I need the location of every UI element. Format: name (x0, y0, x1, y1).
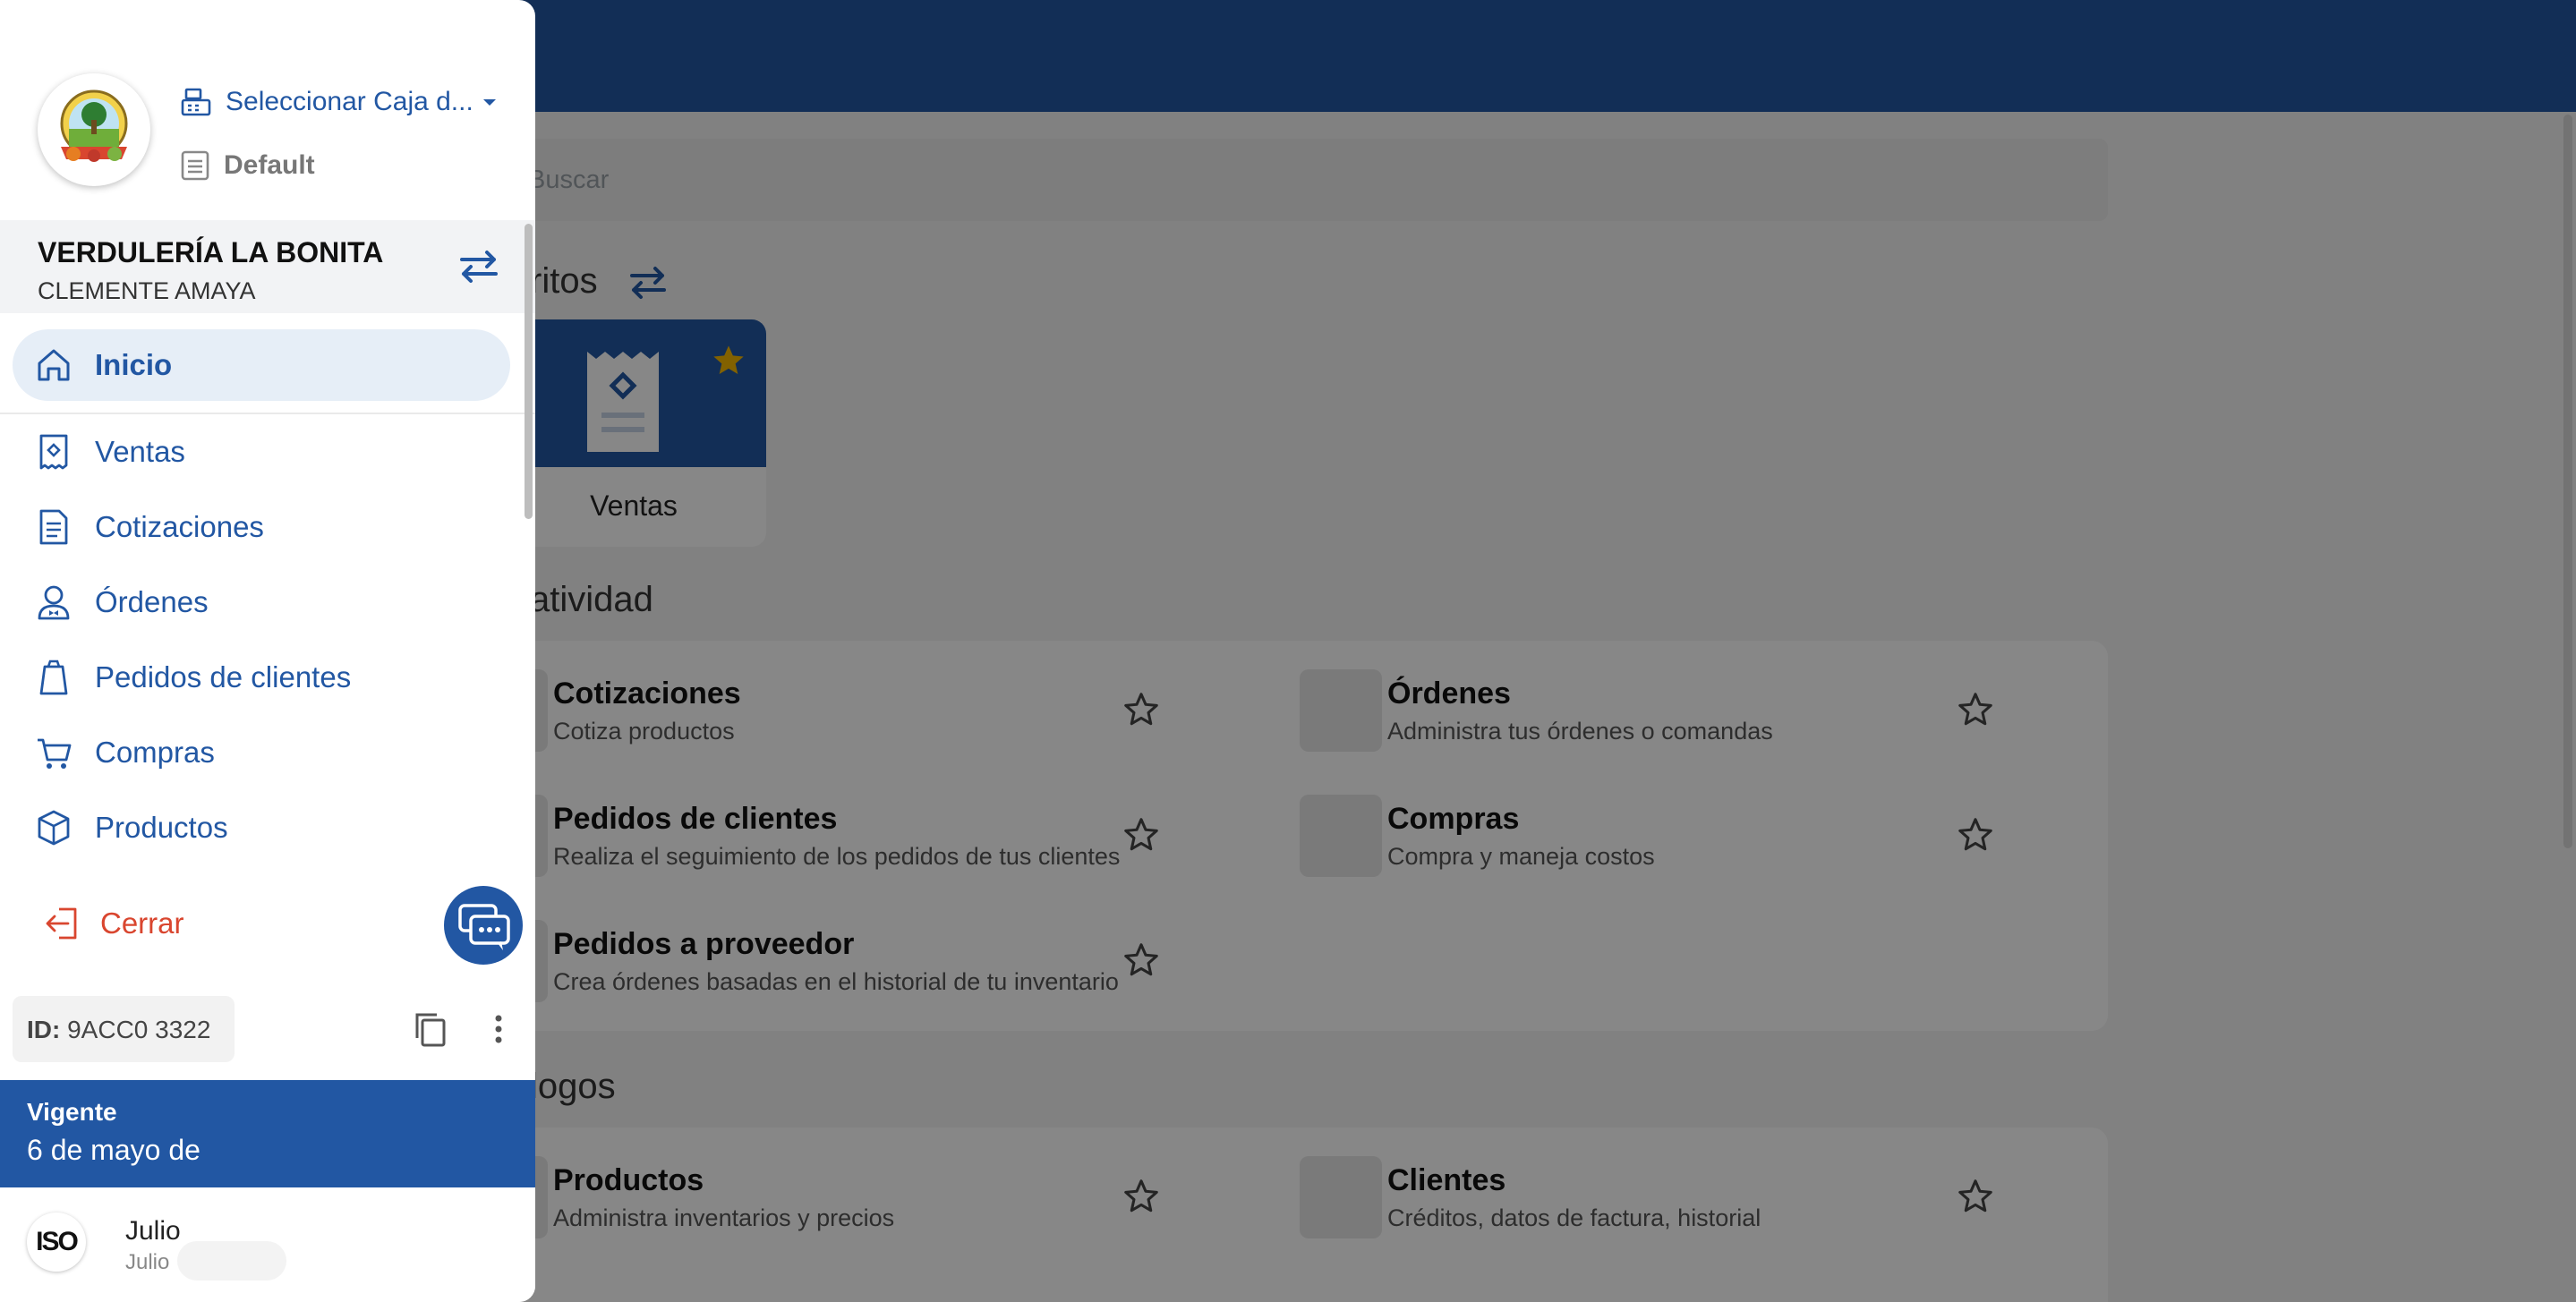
box-icon (38, 810, 70, 846)
nav-label: Pedidos de clientes (95, 660, 352, 694)
chat-icon (458, 904, 510, 950)
nav-label: Cotizaciones (95, 510, 264, 543)
user-profile[interactable]: ISO Julio Julio (0, 1187, 535, 1302)
nav-label: Órdenes (95, 585, 209, 618)
home-icon (38, 349, 70, 381)
nav-divider (0, 413, 535, 414)
swap-icon[interactable] (456, 247, 501, 286)
account-id-prefix: ID: (27, 1016, 61, 1043)
nav-label: Inicio (95, 348, 173, 381)
cash-register-selector[interactable]: Seleccionar Caja d... (179, 86, 500, 118)
waiter-icon (38, 585, 70, 620)
chevron-down-icon (482, 99, 496, 106)
drawer-scrollbar[interactable] (525, 224, 533, 519)
business-user: CLEMENTE AMAYA (38, 277, 256, 304)
warehouse-indicator: Default (179, 149, 315, 183)
user-subtitle: Julio (125, 1250, 170, 1274)
business-switcher[interactable]: VERDULERÍA LA BONITA CLEMENTE AMAYA (0, 220, 535, 313)
business-logo (38, 73, 150, 186)
copy-icon[interactable] (410, 1009, 449, 1049)
user-name: Julio (125, 1216, 181, 1246)
nav-item-compras[interactable]: Compras (34, 728, 215, 778)
more-vertical-icon[interactable] (483, 1009, 514, 1049)
nav-label: Productos (95, 811, 228, 844)
logout-button[interactable]: Cerrar (43, 904, 184, 943)
warehouse-label: Default (224, 150, 315, 180)
nav-label: Ventas (95, 435, 185, 468)
receipt-icon (39, 434, 68, 470)
cash-register-label: Seleccionar Caja d... (226, 87, 473, 116)
chat-button[interactable] (444, 886, 523, 965)
navigation-drawer: Seleccionar Caja d... Default VERDULERÍA… (0, 0, 535, 1302)
nav-label: Compras (95, 736, 215, 769)
account-id: ID: 9ACC0 3322 (13, 996, 235, 1062)
nav-item-productos[interactable]: Productos (34, 803, 228, 853)
nav-item-inicio[interactable]: Inicio (34, 340, 172, 390)
nav-item-ordenes[interactable]: Órdenes (34, 577, 209, 627)
nav-item-cotizaciones[interactable]: Cotizaciones (34, 502, 264, 552)
avatar: ISO (27, 1213, 86, 1272)
subscription-date: 6 de mayo de (27, 1134, 200, 1166)
bag-icon (39, 660, 68, 695)
cart-icon (38, 738, 72, 769)
logout-icon (46, 907, 77, 940)
warehouse-icon (181, 150, 209, 181)
logout-label: Cerrar (100, 906, 184, 940)
subscription-banner[interactable]: Vigente 6 de mayo de (0, 1080, 535, 1187)
subscription-status: Vigente (27, 1098, 117, 1126)
redacted-pill (177, 1241, 286, 1281)
nav-item-pedidos-clientes[interactable]: Pedidos de clientes (34, 652, 351, 702)
document-icon (39, 509, 68, 545)
nav-item-ventas[interactable]: Ventas (34, 427, 185, 477)
business-name: VERDULERÍA LA BONITA (38, 236, 384, 268)
cash-register-icon (181, 88, 211, 116)
account-id-value: 9ACC0 3322 (67, 1016, 211, 1043)
